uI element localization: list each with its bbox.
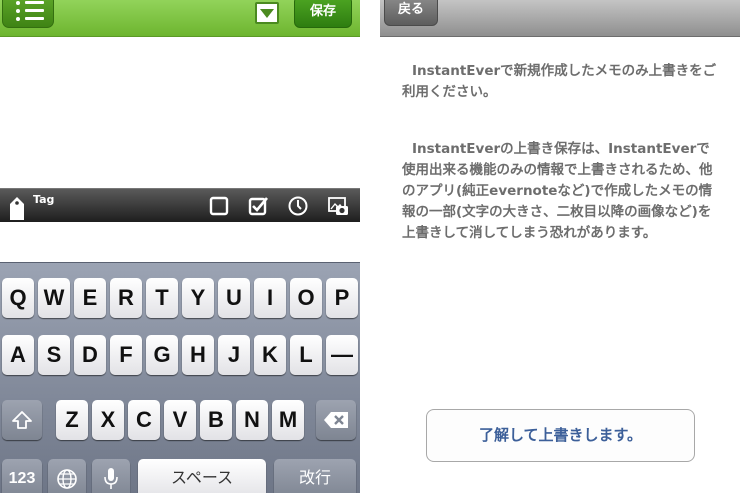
- space-key[interactable]: スペース: [138, 459, 266, 493]
- checked-box-icon[interactable]: [247, 195, 269, 217]
- editor-header: 保存: [0, 0, 360, 37]
- key-r[interactable]: R: [110, 278, 142, 318]
- key-f[interactable]: F: [110, 335, 142, 375]
- return-key[interactable]: 改行: [274, 459, 356, 493]
- dictation-key[interactable]: [92, 459, 130, 493]
- checkbox-icon[interactable]: [208, 195, 230, 217]
- key-l[interactable]: L: [290, 335, 322, 375]
- accessory-area: [0, 222, 360, 262]
- key-v[interactable]: V: [164, 400, 196, 440]
- key-x[interactable]: X: [92, 400, 124, 440]
- note-body-area[interactable]: [0, 37, 360, 188]
- microphone-icon: [104, 468, 118, 489]
- key-c[interactable]: C: [128, 400, 160, 440]
- key-g[interactable]: G: [146, 335, 178, 375]
- screen-gap: [360, 0, 380, 493]
- confirm-overwrite-button[interactable]: 了解して上書きします。: [426, 409, 695, 462]
- camera-image-icon[interactable]: [327, 195, 349, 217]
- key-n[interactable]: N: [236, 400, 268, 440]
- software-keyboard: Q W E R T Y U I O P A S D F G H J K L — …: [0, 262, 360, 493]
- key-m[interactable]: M: [272, 400, 304, 440]
- backspace-key[interactable]: [316, 400, 356, 440]
- key-h[interactable]: H: [182, 335, 214, 375]
- key-j[interactable]: J: [218, 335, 250, 375]
- warning-message-1: InstantEverで新規作成したメモのみ上書きをご利用ください。: [402, 63, 717, 100]
- key-o[interactable]: O: [290, 278, 322, 318]
- overwrite-warning-screen: 戻る InstantEverで新規作成したメモのみ上書きをご利用ください。 In…: [380, 0, 740, 493]
- warning-header: 戻る: [380, 0, 740, 37]
- key-q[interactable]: Q: [2, 278, 34, 318]
- key-t[interactable]: T: [146, 278, 178, 318]
- key-b[interactable]: B: [200, 400, 232, 440]
- key-w[interactable]: W: [38, 278, 70, 318]
- key-k[interactable]: K: [254, 335, 286, 375]
- key-e[interactable]: E: [74, 278, 106, 318]
- shift-key[interactable]: [2, 400, 42, 440]
- tag-label[interactable]: Tag: [33, 193, 54, 206]
- list-icon: [16, 1, 20, 5]
- numbers-key[interactable]: 123: [2, 459, 42, 493]
- key-s[interactable]: S: [38, 335, 70, 375]
- key-i[interactable]: I: [254, 278, 286, 318]
- save-button[interactable]: 保存: [294, 0, 352, 28]
- key-a[interactable]: A: [2, 335, 34, 375]
- key-dash[interactable]: —: [326, 335, 358, 375]
- key-p[interactable]: P: [326, 278, 358, 318]
- dropdown-button[interactable]: [255, 2, 279, 24]
- globe-key[interactable]: [48, 459, 86, 493]
- warning-message-2: InstantEverの上書き保存は、InstantEverで使用出来る機能のみ…: [402, 141, 713, 241]
- clock-icon[interactable]: [287, 195, 309, 217]
- shift-arrow-icon: [12, 411, 32, 429]
- key-u[interactable]: U: [218, 278, 250, 318]
- editor-toolbar: Tag: [0, 188, 360, 222]
- back-button[interactable]: 戻る: [384, 0, 438, 26]
- globe-icon: [57, 469, 77, 489]
- editor-screen: 保存 Tag Q W E R T Y U I O P A S D F G H J…: [0, 0, 360, 493]
- key-d[interactable]: D: [74, 335, 106, 375]
- delete-icon: [324, 412, 348, 428]
- key-y[interactable]: Y: [182, 278, 214, 318]
- chevron-down-icon: [260, 9, 274, 18]
- note-list-button[interactable]: [2, 0, 54, 28]
- key-z[interactable]: Z: [56, 400, 88, 440]
- tag-icon[interactable]: [6, 195, 28, 221]
